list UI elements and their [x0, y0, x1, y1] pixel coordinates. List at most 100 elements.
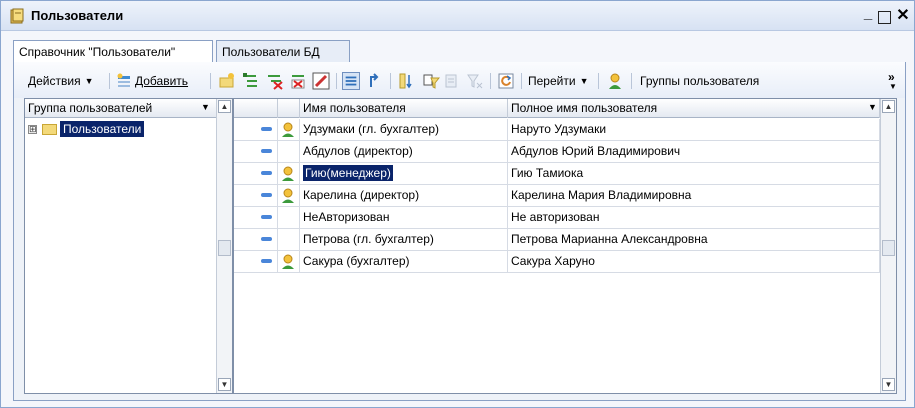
toolbar-separator: [390, 73, 391, 89]
user-name-text: НеАвторизован: [303, 210, 390, 224]
toolbar-separator: [490, 73, 491, 89]
tree-node-users[interactable]: ⊞ Пользователи: [28, 120, 145, 138]
scroll-up-icon[interactable]: ▲: [218, 100, 231, 113]
column-header-mark[interactable]: [234, 99, 278, 118]
item-marker-icon: [261, 237, 272, 241]
scroll-thumb[interactable]: [218, 240, 231, 256]
row-icon-cell[interactable]: [278, 229, 300, 251]
maximize-icon[interactable]: [876, 5, 892, 27]
add-icon: [117, 73, 130, 87]
expand-icon[interactable]: ⊞: [28, 124, 37, 134]
filter-list-icon[interactable]: [444, 72, 462, 90]
table-header: Имя пользователя Полное имя пользователя…: [234, 99, 880, 118]
tree-scrollbar[interactable]: ▲ ▼: [216, 99, 232, 393]
table-row[interactable]: Сакура (бухгалтер) Сакура Харуно: [234, 251, 880, 273]
column-header-full-name-label: Полное имя пользователя: [511, 101, 658, 115]
goto-menu-button[interactable]: Перейти ▼: [528, 71, 588, 91]
delete-icon[interactable]: [266, 72, 284, 90]
table-row[interactable]: Гию(менеджер) Гию Тамиока: [234, 163, 880, 185]
scroll-down-icon[interactable]: ▼: [218, 378, 231, 391]
table-row[interactable]: Удзумаки (гл. бухгалтер) Наруто Удзумаки: [234, 119, 880, 141]
row-mark-cell[interactable]: [234, 251, 278, 273]
full-name-text: Наруто Удзумаки: [511, 122, 607, 136]
scroll-down-icon[interactable]: ▼: [882, 378, 895, 391]
cell-user-name[interactable]: Гию(менеджер): [300, 163, 508, 185]
row-mark-cell[interactable]: [234, 207, 278, 229]
cell-full-name[interactable]: Петрова Марианна Александровна: [508, 229, 880, 251]
folder-icon: [42, 123, 57, 135]
minimize-icon[interactable]: _: [860, 5, 876, 22]
chevron-down-icon: ▼: [84, 76, 94, 86]
scroll-up-icon[interactable]: ▲: [882, 100, 895, 113]
content-panes: Группа пользователей ▼ ⊞ Пользователи ▲ …: [13, 98, 906, 401]
filter-icon[interactable]: [422, 72, 440, 90]
user-name-text: Петрова (гл. бухгалтер): [303, 232, 434, 246]
column-header-full-name[interactable]: Полное имя пользователя ▼: [508, 99, 880, 118]
window-title: Пользователи: [31, 8, 124, 23]
user-icon[interactable]: [606, 72, 624, 90]
column-header-icon[interactable]: [278, 99, 300, 118]
cell-user-name[interactable]: Петрова (гл. бухгалтер): [300, 229, 508, 251]
mark-delete-icon[interactable]: [290, 72, 308, 90]
item-marker-icon: [261, 171, 272, 175]
chevron-down-icon[interactable]: ▼: [889, 82, 897, 91]
copy-icon[interactable]: [242, 72, 260, 90]
row-mark-cell[interactable]: [234, 163, 278, 185]
tree-column-header[interactable]: Группа пользователей ▼: [25, 99, 216, 118]
row-mark-cell[interactable]: [234, 185, 278, 207]
refresh-icon[interactable]: [497, 72, 515, 90]
table-row[interactable]: Абдулов (директор) Абдулов Юрий Владимиро…: [234, 141, 880, 163]
cell-user-name[interactable]: Удзумаки (гл. бухгалтер): [300, 119, 508, 141]
group-tree[interactable]: Группа пользователей ▼ ⊞ Пользователи ▲ …: [24, 98, 233, 394]
cell-user-name[interactable]: Карелина (директор): [300, 185, 508, 207]
cell-full-name[interactable]: Абдулов Юрий Владимирович: [508, 141, 880, 163]
tree-header-label: Группа пользователей: [28, 101, 153, 115]
cell-user-name[interactable]: Абдулов (директор): [300, 141, 508, 163]
users-table[interactable]: Имя пользователя Полное имя пользователя…: [233, 98, 897, 394]
user-name-text: Гию(менеджер): [303, 165, 393, 181]
row-mark-cell[interactable]: [234, 119, 278, 141]
sort-icon[interactable]: [398, 72, 416, 90]
table-row[interactable]: Петрова (гл. бухгалтер) Петрова Марианна …: [234, 229, 880, 251]
tab-db-users[interactable]: Пользователи БД: [216, 40, 350, 62]
row-mark-cell[interactable]: [234, 229, 278, 251]
cell-user-name[interactable]: Сакура (бухгалтер): [300, 251, 508, 273]
full-name-text: Петрова Марианна Александровна: [511, 232, 708, 246]
title-bar[interactable]: Пользователи _ ✕: [1, 1, 914, 31]
hierarchy-toggle-icon[interactable]: [342, 72, 360, 90]
user-icon: [282, 122, 294, 137]
add-label: Добавить: [135, 74, 189, 88]
add-group-icon[interactable]: [218, 72, 236, 90]
user-groups-button[interactable]: Группы пользователя: [640, 71, 759, 91]
add-button[interactable]: Добавить: [116, 71, 188, 91]
level-up-icon[interactable]: [366, 72, 384, 90]
column-header-name[interactable]: Имя пользователя: [300, 99, 508, 118]
tree-node-label: Пользователи: [60, 121, 145, 137]
cell-full-name[interactable]: Гию Тамиока: [508, 163, 880, 185]
actions-menu-button[interactable]: Действия ▼: [28, 71, 94, 91]
table-row[interactable]: Карелина (директор) Карелина Мария Владим…: [234, 185, 880, 207]
cell-user-name[interactable]: НеАвторизован: [300, 207, 508, 229]
chevron-down-icon[interactable]: ▼: [868, 102, 877, 112]
clear-filter-icon[interactable]: [466, 72, 484, 90]
cell-full-name[interactable]: Наруто Удзумаки: [508, 119, 880, 141]
tab-catalog-users[interactable]: Справочник "Пользователи": [13, 40, 213, 63]
actions-label: Действия: [28, 74, 81, 88]
scroll-thumb[interactable]: [882, 240, 895, 256]
table-scrollbar[interactable]: ▲ ▼: [880, 99, 896, 393]
edit-icon[interactable]: [312, 72, 330, 90]
row-icon-cell[interactable]: [278, 141, 300, 163]
user-name-text: Сакура (бухгалтер): [303, 254, 410, 268]
row-mark-cell[interactable]: [234, 141, 278, 163]
row-icon-cell[interactable]: [278, 207, 300, 229]
cell-full-name[interactable]: Сакура Харуно: [508, 251, 880, 273]
toolbar-separator: [336, 73, 337, 89]
cell-full-name[interactable]: Не авторизован: [508, 207, 880, 229]
goto-label: Перейти: [528, 74, 576, 88]
toolbar-separator: [109, 73, 110, 89]
close-icon[interactable]: ✕: [895, 5, 911, 25]
table-row[interactable]: НеАвторизован Не авторизован: [234, 207, 880, 229]
cell-full-name[interactable]: Карелина Мария Владимировна: [508, 185, 880, 207]
book-icon: [10, 8, 24, 24]
chevron-down-icon[interactable]: ▼: [201, 102, 210, 112]
